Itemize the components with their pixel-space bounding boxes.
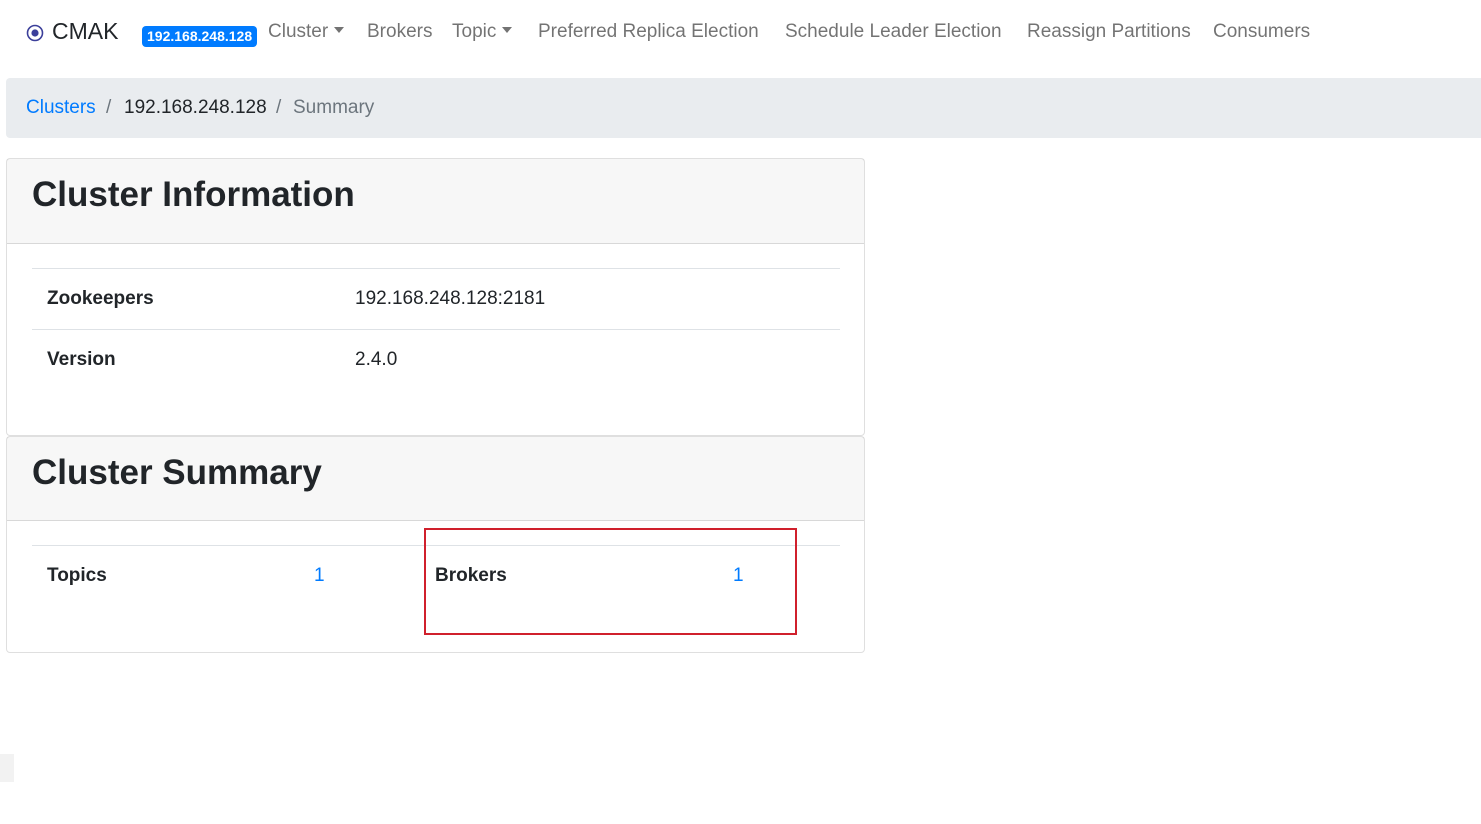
brand-name: CMAK xyxy=(52,18,119,44)
brokers-highlight-box xyxy=(424,528,797,635)
cluster-information-title: Cluster Information xyxy=(32,175,355,214)
nav-reassign-partitions-link[interactable]: Reassign Partitions xyxy=(1027,21,1191,43)
brand-link[interactable]: CMAK xyxy=(26,18,118,45)
topics-count-link[interactable]: 1 xyxy=(314,565,325,587)
cluster-name-badge: 192.168.248.128 xyxy=(142,26,258,47)
zookeepers-label: Zookeepers xyxy=(47,288,154,309)
top-navbar: CMAK 192.168.248.128 Cluster Brokers Top… xyxy=(0,0,1481,68)
breadcrumb-cluster-host: 192.168.248.128 xyxy=(124,97,267,118)
nav-schedule-leader-election-link[interactable]: Schedule Leader Election xyxy=(785,21,1002,43)
chevron-down-icon xyxy=(502,27,513,33)
table-row-divider xyxy=(32,268,840,269)
nav-cluster-dropdown[interactable]: Cluster xyxy=(268,21,345,43)
cluster-summary-title: Cluster Summary xyxy=(32,453,322,492)
breadcrumb-separator: / xyxy=(276,97,282,118)
breadcrumb: Clusters / 192.168.248.128 / Summary xyxy=(6,78,1481,138)
breadcrumb-separator: / xyxy=(106,97,112,118)
breadcrumb-clusters-link[interactable]: Clusters xyxy=(26,78,96,138)
nav-topic-dropdown[interactable]: Topic xyxy=(452,21,513,43)
card-header: Cluster Summary xyxy=(7,437,864,521)
version-label: Version xyxy=(47,349,116,370)
breadcrumb-active-summary: Summary xyxy=(293,97,375,118)
nav-topic-label: Topic xyxy=(452,21,497,42)
chevron-down-icon xyxy=(334,27,345,33)
card-header: Cluster Information xyxy=(7,159,864,244)
nav-brokers-link[interactable]: Brokers xyxy=(367,21,432,43)
edge-fragment xyxy=(0,754,14,782)
brand-target-icon xyxy=(26,24,44,42)
version-value: 2.4.0 xyxy=(355,349,398,370)
topics-label: Topics xyxy=(47,565,107,586)
cluster-information-card: Cluster Information Zookeepers 192.168.2… xyxy=(6,158,865,436)
zookeepers-value: 192.168.248.128:2181 xyxy=(355,288,546,309)
nav-cluster-label: Cluster xyxy=(268,21,329,42)
nav-consumers-link[interactable]: Consumers xyxy=(1213,21,1310,43)
nav-preferred-replica-election-link[interactable]: Preferred Replica Election xyxy=(538,21,759,43)
table-row-divider xyxy=(32,329,840,330)
